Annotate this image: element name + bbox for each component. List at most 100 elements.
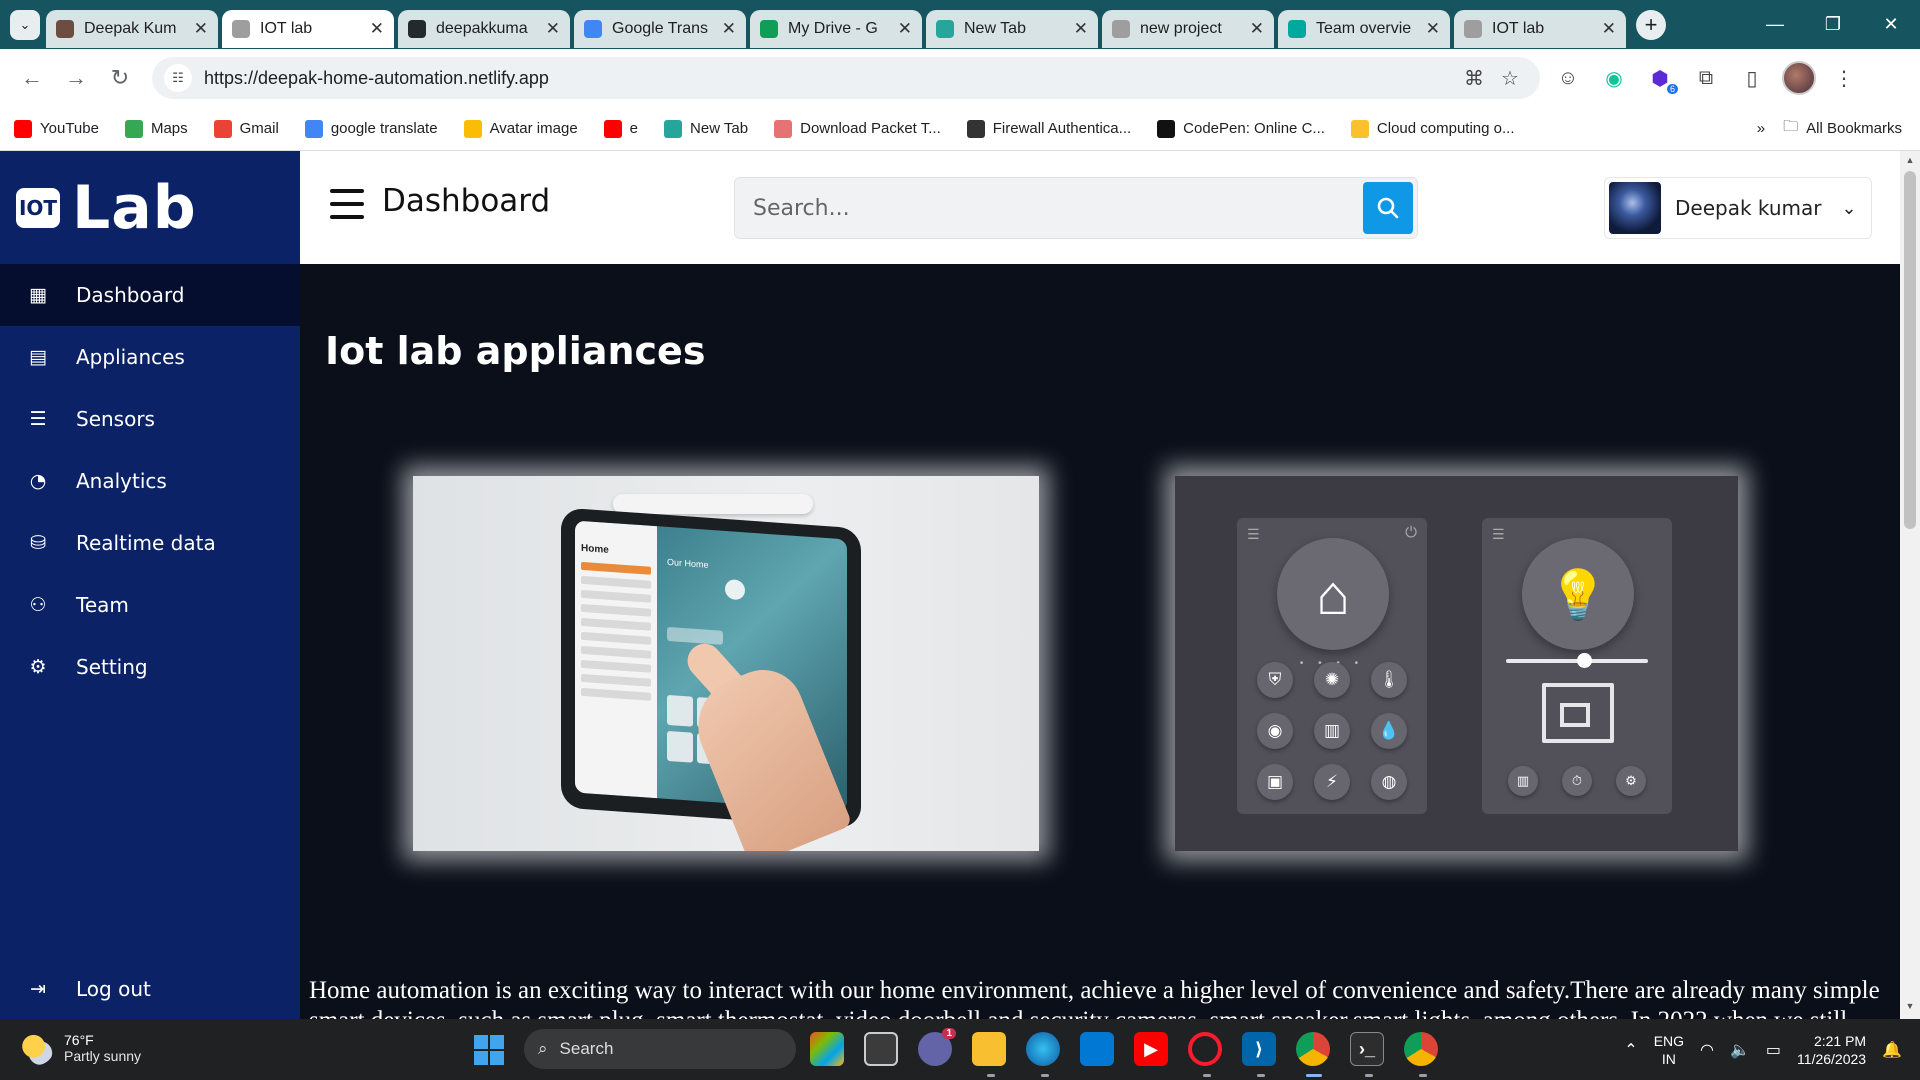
globe-icon: ◍ bbox=[1371, 764, 1407, 800]
reload-button[interactable]: ↻ bbox=[100, 58, 140, 98]
url-text[interactable]: https://deepak-home-automation.netlify.a… bbox=[204, 68, 1456, 89]
bookmark-item[interactable]: CodePen: Online C... bbox=[1157, 119, 1325, 138]
bookmark-item[interactable]: Maps bbox=[124, 119, 188, 138]
close-tab-icon[interactable]: ✕ bbox=[194, 19, 208, 39]
search-input[interactable] bbox=[753, 178, 1333, 238]
bookmark-item[interactable]: e bbox=[603, 119, 638, 138]
search-icon bbox=[1377, 197, 1399, 219]
sidebar-item-setting[interactable]: ⚙ Setting bbox=[0, 636, 300, 698]
sidebar-item-label: Sensors bbox=[76, 407, 155, 431]
extensions-puzzle-icon[interactable]: ⧉ bbox=[1688, 60, 1724, 96]
side-panel-icon[interactable]: ▯ bbox=[1734, 60, 1770, 96]
search-button[interactable] bbox=[1363, 182, 1413, 234]
sidebar-item-label: Dashboard bbox=[76, 283, 185, 307]
teams-chat-icon[interactable]: 1 bbox=[918, 1028, 956, 1066]
browser-tab[interactable]: IOT lab ✕ bbox=[222, 9, 394, 48]
bookmark-item[interactable]: YouTube bbox=[14, 119, 99, 138]
close-tab-icon[interactable]: ✕ bbox=[1074, 19, 1088, 39]
extension-hexagon-icon[interactable]: ⬢ 6 bbox=[1642, 60, 1678, 96]
task-view-icon[interactable] bbox=[864, 1032, 898, 1066]
teams-badge: 1 bbox=[942, 1028, 956, 1039]
minimize-button[interactable]: — bbox=[1746, 0, 1804, 49]
edge-browser-icon[interactable] bbox=[1026, 1032, 1060, 1066]
grammarly-icon[interactable]: ◉ bbox=[1596, 60, 1632, 96]
chrome-profile-icon[interactable] bbox=[1404, 1032, 1438, 1066]
browser-tab[interactable]: Deepak Kum ✕ bbox=[46, 9, 218, 48]
terminal-icon[interactable]: ›_ bbox=[1350, 1032, 1384, 1066]
browser-tab[interactable]: Google Trans ✕ bbox=[574, 9, 746, 48]
browser-tab[interactable]: IOT lab ✕ bbox=[1454, 9, 1626, 48]
scroll-down-icon[interactable]: ▼ bbox=[1904, 1001, 1916, 1015]
more-bookmarks-icon[interactable]: » bbox=[1757, 120, 1765, 137]
bookmark-item[interactable]: Gmail bbox=[213, 119, 279, 138]
taskbar-search[interactable]: ⌕ Search bbox=[524, 1029, 796, 1069]
battery-icon[interactable]: ▭ bbox=[1766, 1040, 1781, 1060]
new-tab-button[interactable]: + bbox=[1636, 9, 1666, 40]
microsoft-store-icon[interactable] bbox=[1080, 1032, 1114, 1066]
file-explorer-icon[interactable] bbox=[972, 1032, 1006, 1066]
sidebar-item-label: Realtime data bbox=[76, 531, 216, 555]
forward-button[interactable]: → bbox=[56, 58, 96, 98]
translate-icon[interactable]: ⌘ bbox=[1456, 60, 1492, 96]
profile-avatar[interactable] bbox=[1782, 61, 1816, 95]
bars-chart-icon: ▥ bbox=[1508, 766, 1538, 796]
brand-logo[interactable]: IOT Lab bbox=[0, 151, 300, 264]
browser-tab[interactable]: My Drive - G ✕ bbox=[750, 9, 922, 48]
bookmark-star-icon[interactable]: ☆ bbox=[1492, 60, 1528, 96]
page-scrollbar[interactable]: ▲ ▼ bbox=[1900, 151, 1920, 1019]
close-tab-icon[interactable]: ✕ bbox=[546, 19, 560, 39]
sidebar-item-sensors[interactable]: ☰ Sensors bbox=[0, 388, 300, 450]
logout-button[interactable]: ⇥ Log out bbox=[0, 959, 300, 1019]
scrollbar-thumb[interactable] bbox=[1904, 171, 1916, 529]
sidebar-item-dashboard[interactable]: ▦ Dashboard bbox=[0, 264, 300, 326]
taskbar-search-label: Search bbox=[559, 1039, 614, 1058]
close-tab-icon[interactable]: ✕ bbox=[1426, 19, 1440, 39]
browser-tab[interactable]: deepakkuma ✕ bbox=[398, 9, 570, 48]
bookmark-item[interactable]: Cloud computing o... bbox=[1350, 119, 1514, 138]
chevron-up-icon[interactable]: ⌃ bbox=[1624, 1040, 1637, 1060]
restore-button[interactable]: ❐ bbox=[1804, 0, 1862, 49]
close-tab-icon[interactable]: ✕ bbox=[898, 19, 912, 39]
copilot-app-icon[interactable] bbox=[810, 1032, 844, 1066]
close-tab-icon[interactable]: ✕ bbox=[370, 19, 384, 39]
close-tab-icon[interactable]: ✕ bbox=[1250, 19, 1264, 39]
scroll-up-icon[interactable]: ▲ bbox=[1904, 155, 1916, 169]
opera-icon[interactable] bbox=[1188, 1032, 1222, 1066]
weather-widget[interactable]: 76°F Partly sunny bbox=[20, 1031, 141, 1065]
browser-tab[interactable]: Team overvie ✕ bbox=[1278, 9, 1450, 48]
bookmark-item[interactable]: Avatar image bbox=[463, 119, 578, 138]
browser-tab-title: My Drive - G bbox=[788, 19, 878, 37]
all-bookmarks-folder[interactable]: 🗀 All Bookmarks bbox=[1783, 116, 1902, 141]
bookmark-item[interactable]: New Tab bbox=[664, 119, 748, 138]
vscode-icon[interactable]: ⟩ bbox=[1242, 1032, 1276, 1066]
sidebar-item-team[interactable]: ⚇ Team bbox=[0, 574, 300, 636]
back-button[interactable]: ← bbox=[12, 58, 52, 98]
language-indicator[interactable]: ENG IN bbox=[1654, 1032, 1684, 1068]
wifi-icon[interactable]: ◠ bbox=[1700, 1040, 1714, 1060]
clock[interactable]: 2:21 PM 11/26/2023 bbox=[1797, 1032, 1866, 1068]
address-bar[interactable]: ☷ https://deepak-home-automation.netlify… bbox=[152, 57, 1540, 99]
browser-menu-icon[interactable]: ⋮ bbox=[1826, 60, 1862, 96]
chrome-icon[interactable] bbox=[1296, 1032, 1330, 1066]
tab-search-button[interactable]: ⌄ bbox=[10, 9, 40, 40]
hamburger-menu-icon[interactable] bbox=[330, 189, 364, 219]
sidebar-item-appliances[interactable]: ▤ Appliances bbox=[0, 326, 300, 388]
bookmark-item[interactable]: google translate bbox=[304, 119, 438, 138]
close-window-button[interactable]: ✕ bbox=[1862, 0, 1920, 49]
browser-tab[interactable]: New Tab ✕ bbox=[926, 9, 1098, 48]
extension-face-icon[interactable]: ☺ bbox=[1550, 60, 1586, 96]
youtube-app-icon[interactable]: ▶ bbox=[1134, 1032, 1168, 1066]
bookmark-item[interactable]: Download Packet T... bbox=[774, 119, 941, 138]
site-info-icon[interactable]: ☷ bbox=[164, 64, 192, 92]
close-tab-icon[interactable]: ✕ bbox=[722, 19, 736, 39]
user-menu[interactable]: Deepak kumar ⌄ bbox=[1604, 177, 1872, 239]
sidebar-item-realtime-data[interactable]: ⛁ Realtime data bbox=[0, 512, 300, 574]
volume-icon[interactable]: 🔈 bbox=[1730, 1040, 1750, 1060]
browser-tab[interactable]: new project ✕ bbox=[1102, 9, 1274, 48]
start-button[interactable] bbox=[474, 1035, 504, 1065]
partly-sunny-icon bbox=[20, 1031, 54, 1065]
sidebar-item-analytics[interactable]: ◔ Analytics bbox=[0, 450, 300, 512]
close-tab-icon[interactable]: ✕ bbox=[1602, 19, 1616, 39]
bookmark-item[interactable]: Firewall Authentica... bbox=[966, 119, 1131, 138]
notification-bell-icon[interactable]: 🔔 bbox=[1882, 1040, 1902, 1060]
